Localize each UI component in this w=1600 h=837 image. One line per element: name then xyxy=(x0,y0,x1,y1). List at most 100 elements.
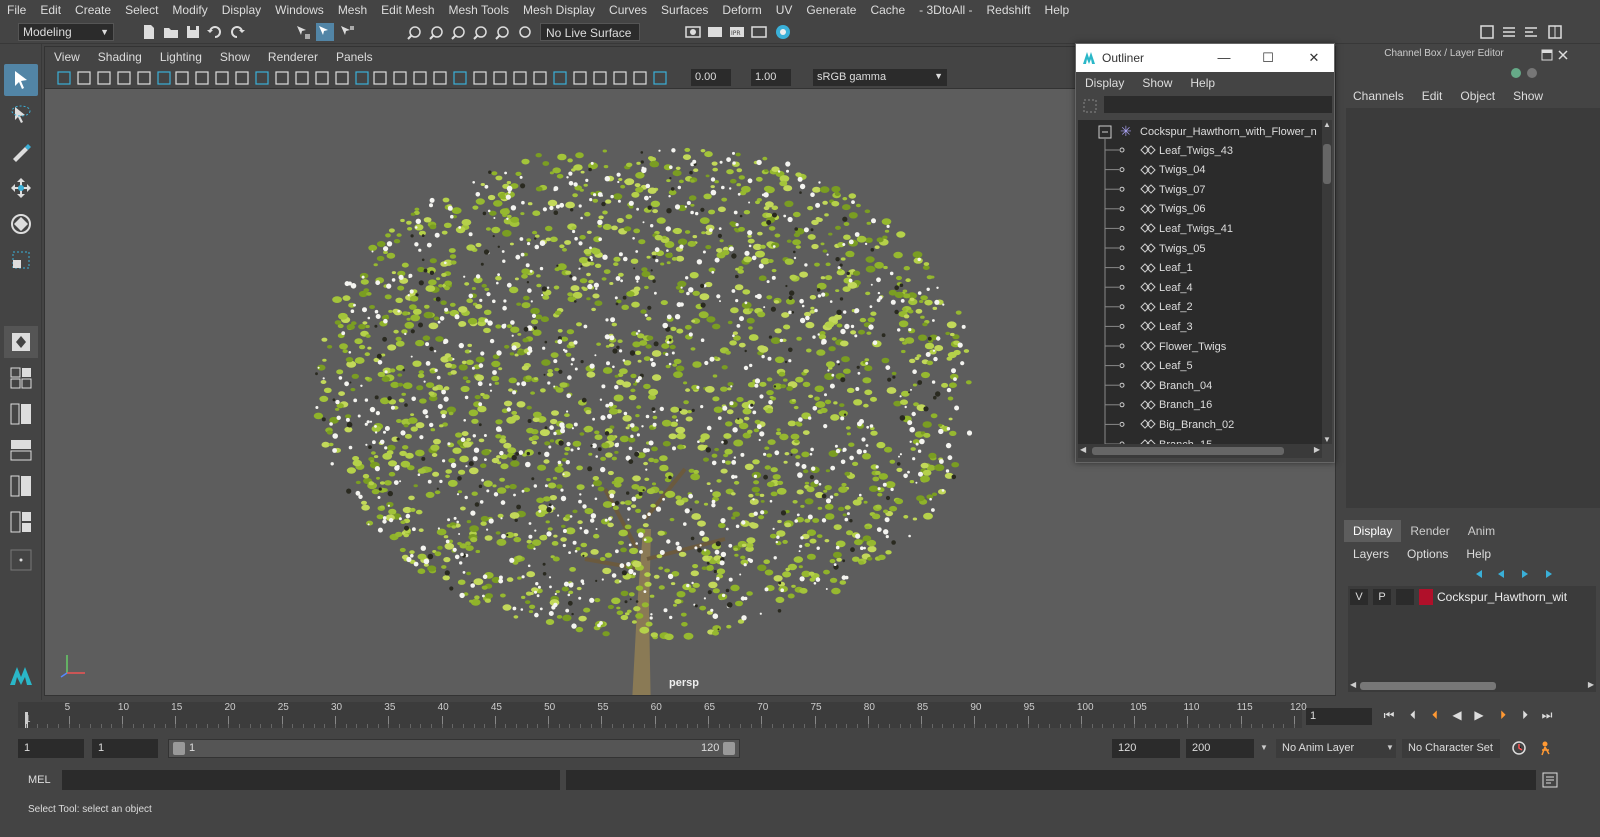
outliner-menu-display[interactable]: Display xyxy=(1076,76,1133,90)
end-time-field[interactable]: 200 xyxy=(1186,739,1254,758)
outliner-item[interactable]: Leaf_1 xyxy=(1078,259,1322,278)
outliner-item[interactable]: Leaf_5 xyxy=(1078,357,1322,376)
outliner-item[interactable]: Leaf_Twigs_41 xyxy=(1078,219,1322,238)
tab-display[interactable]: Display xyxy=(1344,520,1402,542)
outliner-item[interactable]: Branch_04 xyxy=(1078,376,1322,395)
script-editor-icon[interactable] xyxy=(1542,772,1558,788)
color-space-dropdown[interactable]: sRGB gamma ▼ xyxy=(813,69,947,86)
outliner-item[interactable]: Leaf_Twigs_43 xyxy=(1078,141,1322,160)
outliner-item[interactable]: Leaf_3 xyxy=(1078,317,1322,336)
chevron-down-icon[interactable]: ▼ xyxy=(1386,743,1394,752)
step-forward-key-icon[interactable]: ⏵ xyxy=(1494,706,1512,724)
anim-layer-dropdown[interactable]: No Anim Layer xyxy=(1276,739,1396,758)
outliner-item[interactable]: Leaf_2 xyxy=(1078,298,1322,317)
time-slider-track[interactable]: 1 5 10 15 20 25 30 35 40 45 50 55 60 65 70 75 80 85 90 95 1… xyxy=(18,702,1307,728)
tab-anim[interactable]: Anim xyxy=(1459,520,1504,542)
viewport-menu-shading[interactable]: Shading xyxy=(89,50,151,64)
live-surface-field[interactable]: No Live Surface xyxy=(540,23,640,41)
layer-menu-layers[interactable]: Layers xyxy=(1344,547,1398,561)
snap-point-icon[interactable] xyxy=(450,23,468,41)
lasso-tool-icon[interactable] xyxy=(4,100,38,132)
menu-surfaces[interactable]: Surfaces xyxy=(654,3,715,17)
menu-redshift[interactable]: Redshift xyxy=(980,3,1038,17)
close-panel-icon[interactable] xyxy=(1557,49,1569,61)
save-scene-icon[interactable] xyxy=(184,23,202,41)
snap-surface-icon[interactable] xyxy=(494,23,512,41)
close-icon[interactable]: ✕ xyxy=(1306,50,1322,66)
scale-tool-icon[interactable] xyxy=(4,244,38,276)
select-hierarchy-icon[interactable] xyxy=(294,23,312,41)
outliner-persp-icon[interactable] xyxy=(4,398,38,430)
menu-create[interactable]: Create xyxy=(68,3,118,17)
play-forwards-icon[interactable]: ▶ xyxy=(1470,706,1488,724)
four-view-icon[interactable] xyxy=(4,362,38,394)
step-forward-frame-icon[interactable]: ⏵ xyxy=(1516,706,1534,724)
menu-edit[interactable]: Edit xyxy=(33,3,68,17)
start-time-field[interactable]: 1 xyxy=(18,739,84,758)
play-backwards-icon[interactable]: ◀ xyxy=(1448,706,1466,724)
single-view-icon[interactable] xyxy=(4,326,38,358)
outliner-item[interactable]: Branch_15 xyxy=(1078,435,1322,444)
menu-cache[interactable]: Cache xyxy=(863,3,912,17)
range-end-handle[interactable] xyxy=(723,742,735,755)
ipr-render-icon[interactable]: IPR xyxy=(728,23,746,41)
menu-select[interactable]: Select xyxy=(118,3,165,17)
viewport-menu-panels[interactable]: Panels xyxy=(327,50,382,64)
select-component-icon[interactable] xyxy=(338,23,356,41)
scroll-thumb[interactable] xyxy=(1360,682,1496,690)
exposure-field[interactable]: 0.00 xyxy=(691,69,731,86)
render-view-icon[interactable] xyxy=(750,23,768,41)
outliner-item[interactable]: Leaf_4 xyxy=(1078,278,1322,297)
outliner-item[interactable]: Twigs_05 xyxy=(1078,239,1322,258)
select-object-icon[interactable] xyxy=(316,23,334,41)
menu-3dtoall[interactable]: - 3DtoAll - xyxy=(912,3,979,17)
layer-menu-options[interactable]: Options xyxy=(1398,547,1457,561)
channel-box-toggles-icon[interactable] xyxy=(1510,66,1546,80)
layer-horizontal-scrollbar[interactable]: ◀ ▶ xyxy=(1348,680,1596,692)
minimize-icon[interactable]: — xyxy=(1216,50,1232,66)
layer-row[interactable]: V P Cockspur_Hawthorn_wit xyxy=(1350,588,1594,606)
attribute-editor-icon[interactable] xyxy=(1500,23,1518,41)
outliner-item[interactable]: Twigs_04 xyxy=(1078,161,1322,180)
playback-end-field[interactable]: 120 xyxy=(1112,739,1180,758)
snap-grid-icon[interactable] xyxy=(406,23,424,41)
outliner-item[interactable]: Flower_Twigs xyxy=(1078,337,1322,356)
filter-icon[interactable] xyxy=(1082,98,1098,114)
outliner-item[interactable]: Twigs_07 xyxy=(1078,180,1322,199)
render-settings-icon[interactable] xyxy=(684,23,702,41)
playback-start-field[interactable]: 1 xyxy=(92,739,158,758)
layer-visibility-toggle[interactable]: V xyxy=(1350,589,1368,605)
outliner-menu-show[interactable]: Show xyxy=(1133,76,1181,90)
outliner-menu-help[interactable]: Help xyxy=(1181,76,1224,90)
scroll-left-icon[interactable]: ◀ xyxy=(1080,445,1086,454)
graph-persp-icon[interactable] xyxy=(4,434,38,466)
auto-key-icon[interactable] xyxy=(1510,739,1528,757)
viewport-menu-view[interactable]: View xyxy=(45,50,89,64)
snap-curve-icon[interactable] xyxy=(428,23,446,41)
outliner-item[interactable]: Big_Branch_02 xyxy=(1078,415,1322,434)
layer-name[interactable]: Cockspur_Hawthorn_wit xyxy=(1437,590,1567,604)
go-to-start-icon[interactable]: ⏮ xyxy=(1380,706,1398,724)
paint-select-tool-icon[interactable] xyxy=(4,136,38,168)
new-scene-icon[interactable] xyxy=(140,23,158,41)
snap-view-icon[interactable] xyxy=(472,23,490,41)
scroll-up-icon[interactable]: ▲ xyxy=(1323,120,1331,129)
outliner-item[interactable]: Branch_16 xyxy=(1078,396,1322,415)
viewport-menu-lighting[interactable]: Lighting xyxy=(151,50,211,64)
menu-file[interactable]: File xyxy=(0,3,33,17)
menu-modify[interactable]: Modify xyxy=(165,3,214,17)
layer-action-icons[interactable] xyxy=(1468,566,1598,582)
character-set-dropdown[interactable]: No Character Set xyxy=(1402,739,1500,758)
animation-prefs-icon[interactable] xyxy=(1538,739,1556,757)
scroll-thumb[interactable] xyxy=(1092,447,1284,455)
channel-menu-channels[interactable]: Channels xyxy=(1344,89,1413,103)
scroll-right-icon[interactable]: ▶ xyxy=(1588,680,1594,689)
scroll-thumb[interactable] xyxy=(1323,144,1331,184)
open-scene-icon[interactable] xyxy=(162,23,180,41)
tab-render[interactable]: Render xyxy=(1401,520,1458,542)
menu-uv[interactable]: UV xyxy=(769,3,800,17)
select-tool-icon[interactable] xyxy=(4,64,38,96)
chevron-down-icon[interactable]: ▼ xyxy=(1260,743,1268,752)
channel-menu-object[interactable]: Object xyxy=(1451,89,1504,103)
mode-dropdown[interactable]: Modeling ▼ xyxy=(18,23,114,41)
